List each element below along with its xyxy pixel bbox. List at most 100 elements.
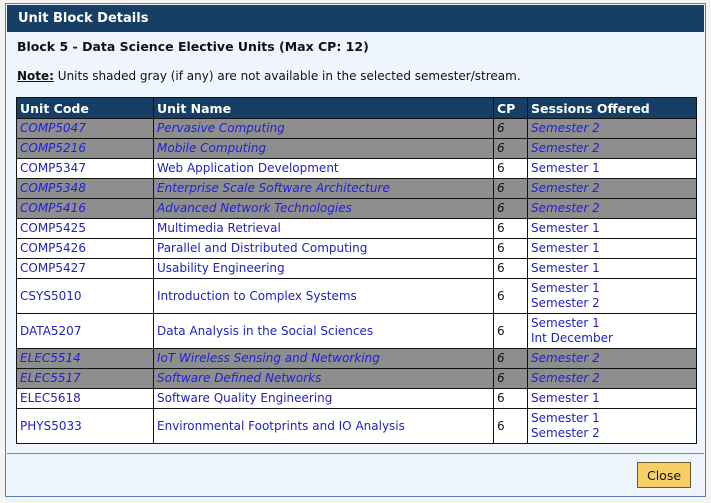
session-item: Semester 1	[531, 221, 600, 235]
unit-cp: 6	[493, 408, 528, 444]
unit-cp: 6	[493, 198, 528, 219]
table-row: COMP5047 Pervasive Computing 6 Semester 2	[16, 118, 697, 139]
unit-name[interactable]: Parallel and Distributed Computing	[153, 238, 494, 259]
unit-code[interactable]: COMP5425	[16, 218, 154, 239]
session-item: Semester 1	[531, 391, 600, 405]
note-text: Units shaded gray (if any) are not avail…	[53, 69, 521, 83]
table-row: COMP5348 Enterprise Scale Software Archit…	[16, 178, 697, 199]
table-row: CSYS5010 Introduction to Complex Systems 6…	[16, 278, 697, 314]
unit-cp: 6	[493, 138, 528, 159]
table-row: DATA5207 Data Analysis in the Social Scie…	[16, 313, 697, 349]
sessions-offered: Semester 1	[527, 238, 697, 259]
unit-cp: 6	[493, 313, 528, 349]
unit-code[interactable]: COMP5416	[16, 198, 154, 219]
unit-name[interactable]: Environmental Footprints and IO Analysis	[153, 408, 494, 444]
session-item: Semester 2	[531, 141, 600, 155]
footer-divider	[7, 453, 704, 454]
unit-cp: 6	[493, 388, 528, 409]
session-item: Semester 2	[531, 371, 600, 385]
table-row: PHYS5033 Environmental Footprints and IO …	[16, 408, 697, 444]
session-item: Semester 2	[531, 426, 600, 440]
table-row: ELEC5618 Software Quality Engineering 6 Sem…	[16, 388, 697, 409]
sessions-offered: Semester 1 Int December	[527, 313, 697, 349]
session-item: Semester 2	[531, 351, 600, 365]
unit-name[interactable]: Enterprise Scale Software Architecture	[153, 178, 494, 199]
session-item: Semester 1	[531, 241, 600, 255]
unit-name[interactable]: Advanced Network Technologies	[153, 198, 494, 219]
units-table: Unit Code Unit Name CP Sessions Offered …	[16, 97, 697, 444]
table-row: COMP5216 Mobile Computing 6 Semester 2	[16, 138, 697, 159]
table-row: ELEC5517 Software Defined Networks 6 Semest…	[16, 368, 697, 389]
unit-name[interactable]: Software Quality Engineering	[153, 388, 494, 409]
unit-name[interactable]: Web Application Development	[153, 158, 494, 179]
unit-name[interactable]: Mobile Computing	[153, 138, 494, 159]
session-item: Semester 1	[531, 411, 600, 425]
unit-code[interactable]: COMP5348	[16, 178, 154, 199]
unit-name[interactable]: Software Defined Networks	[153, 368, 494, 389]
unit-code[interactable]: COMP5216	[16, 138, 154, 159]
table-row: COMP5416 Advanced Network Technologies 6 Se…	[16, 198, 697, 219]
unit-code[interactable]: PHYS5033	[16, 408, 154, 444]
header-unit-name: Unit Name	[153, 97, 494, 119]
unit-cp: 6	[493, 118, 528, 139]
unit-cp: 6	[493, 178, 528, 199]
unit-name[interactable]: IoT Wireless Sensing and Networking	[153, 348, 494, 369]
table-header: Unit Code Unit Name CP Sessions Offered	[16, 97, 697, 119]
unit-code[interactable]: COMP5047	[16, 118, 154, 139]
session-item: Semester 2	[531, 181, 600, 195]
note-label: Note:	[17, 69, 54, 83]
session-item: Semester 2	[531, 296, 600, 310]
unit-name[interactable]: Usability Engineering	[153, 258, 494, 279]
sessions-offered: Semester 1	[527, 158, 697, 179]
sessions-offered: Semester 1 Semester 2	[527, 408, 697, 444]
table-row: ELEC5514 IoT Wireless Sensing and Network…	[16, 348, 697, 369]
table-row: COMP5427 Usability Engineering 6 Semester 1	[16, 258, 697, 279]
note: Note: Units shaded gray (if any) are not…	[17, 69, 521, 83]
unit-cp: 6	[493, 278, 528, 314]
header-sessions: Sessions Offered	[527, 97, 697, 119]
sessions-offered: Semester 1	[527, 218, 697, 239]
unit-cp: 6	[493, 368, 528, 389]
unit-code[interactable]: ELEC5517	[16, 368, 154, 389]
unit-cp: 6	[493, 348, 528, 369]
sessions-offered: Semester 2	[527, 198, 697, 219]
sessions-offered: Semester 2	[527, 178, 697, 199]
sessions-offered: Semester 2	[527, 138, 697, 159]
unit-code[interactable]: DATA5207	[16, 313, 154, 349]
sessions-offered: Semester 1	[527, 388, 697, 409]
sessions-offered: Semester 1	[527, 258, 697, 279]
table-row: COMP5425 Multimedia Retrieval 6 Semester 1	[16, 218, 697, 239]
session-item: Int December	[531, 331, 613, 345]
session-item: Semester 2	[531, 121, 600, 135]
unit-code[interactable]: COMP5347	[16, 158, 154, 179]
unit-code[interactable]: COMP5426	[16, 238, 154, 259]
session-item: Semester 2	[531, 201, 600, 215]
header-unit-code: Unit Code	[16, 97, 154, 119]
unit-cp: 6	[493, 258, 528, 279]
header-cp: CP	[493, 97, 528, 119]
unit-name[interactable]: Multimedia Retrieval	[153, 218, 494, 239]
sessions-offered: Semester 2	[527, 368, 697, 389]
table-row: COMP5426 Parallel and Distributed Computi…	[16, 238, 697, 259]
session-item: Semester 1	[531, 261, 600, 275]
sessions-offered: Semester 2	[527, 348, 697, 369]
unit-cp: 6	[493, 218, 528, 239]
sessions-offered: Semester 1 Semester 2	[527, 278, 697, 314]
unit-code[interactable]: CSYS5010	[16, 278, 154, 314]
sessions-offered: Semester 2	[527, 118, 697, 139]
unit-name[interactable]: Data Analysis in the Social Sciences	[153, 313, 494, 349]
unit-name[interactable]: Introduction to Complex Systems	[153, 278, 494, 314]
session-item: Semester 1	[531, 161, 600, 175]
unit-cp: 6	[493, 238, 528, 259]
unit-name[interactable]: Pervasive Computing	[153, 118, 494, 139]
unit-code[interactable]: ELEC5618	[16, 388, 154, 409]
dialog-title: Unit Block Details	[7, 5, 704, 32]
close-button[interactable]: Close	[637, 462, 691, 488]
unit-code[interactable]: COMP5427	[16, 258, 154, 279]
session-item: Semester 1	[531, 316, 600, 330]
block-title: Block 5 - Data Science Elective Units (M…	[17, 39, 369, 54]
unit-code[interactable]: ELEC5514	[16, 348, 154, 369]
unit-cp: 6	[493, 158, 528, 179]
session-item: Semester 1	[531, 281, 600, 295]
table-row: COMP5347 Web Application Development 6 Seme…	[16, 158, 697, 179]
